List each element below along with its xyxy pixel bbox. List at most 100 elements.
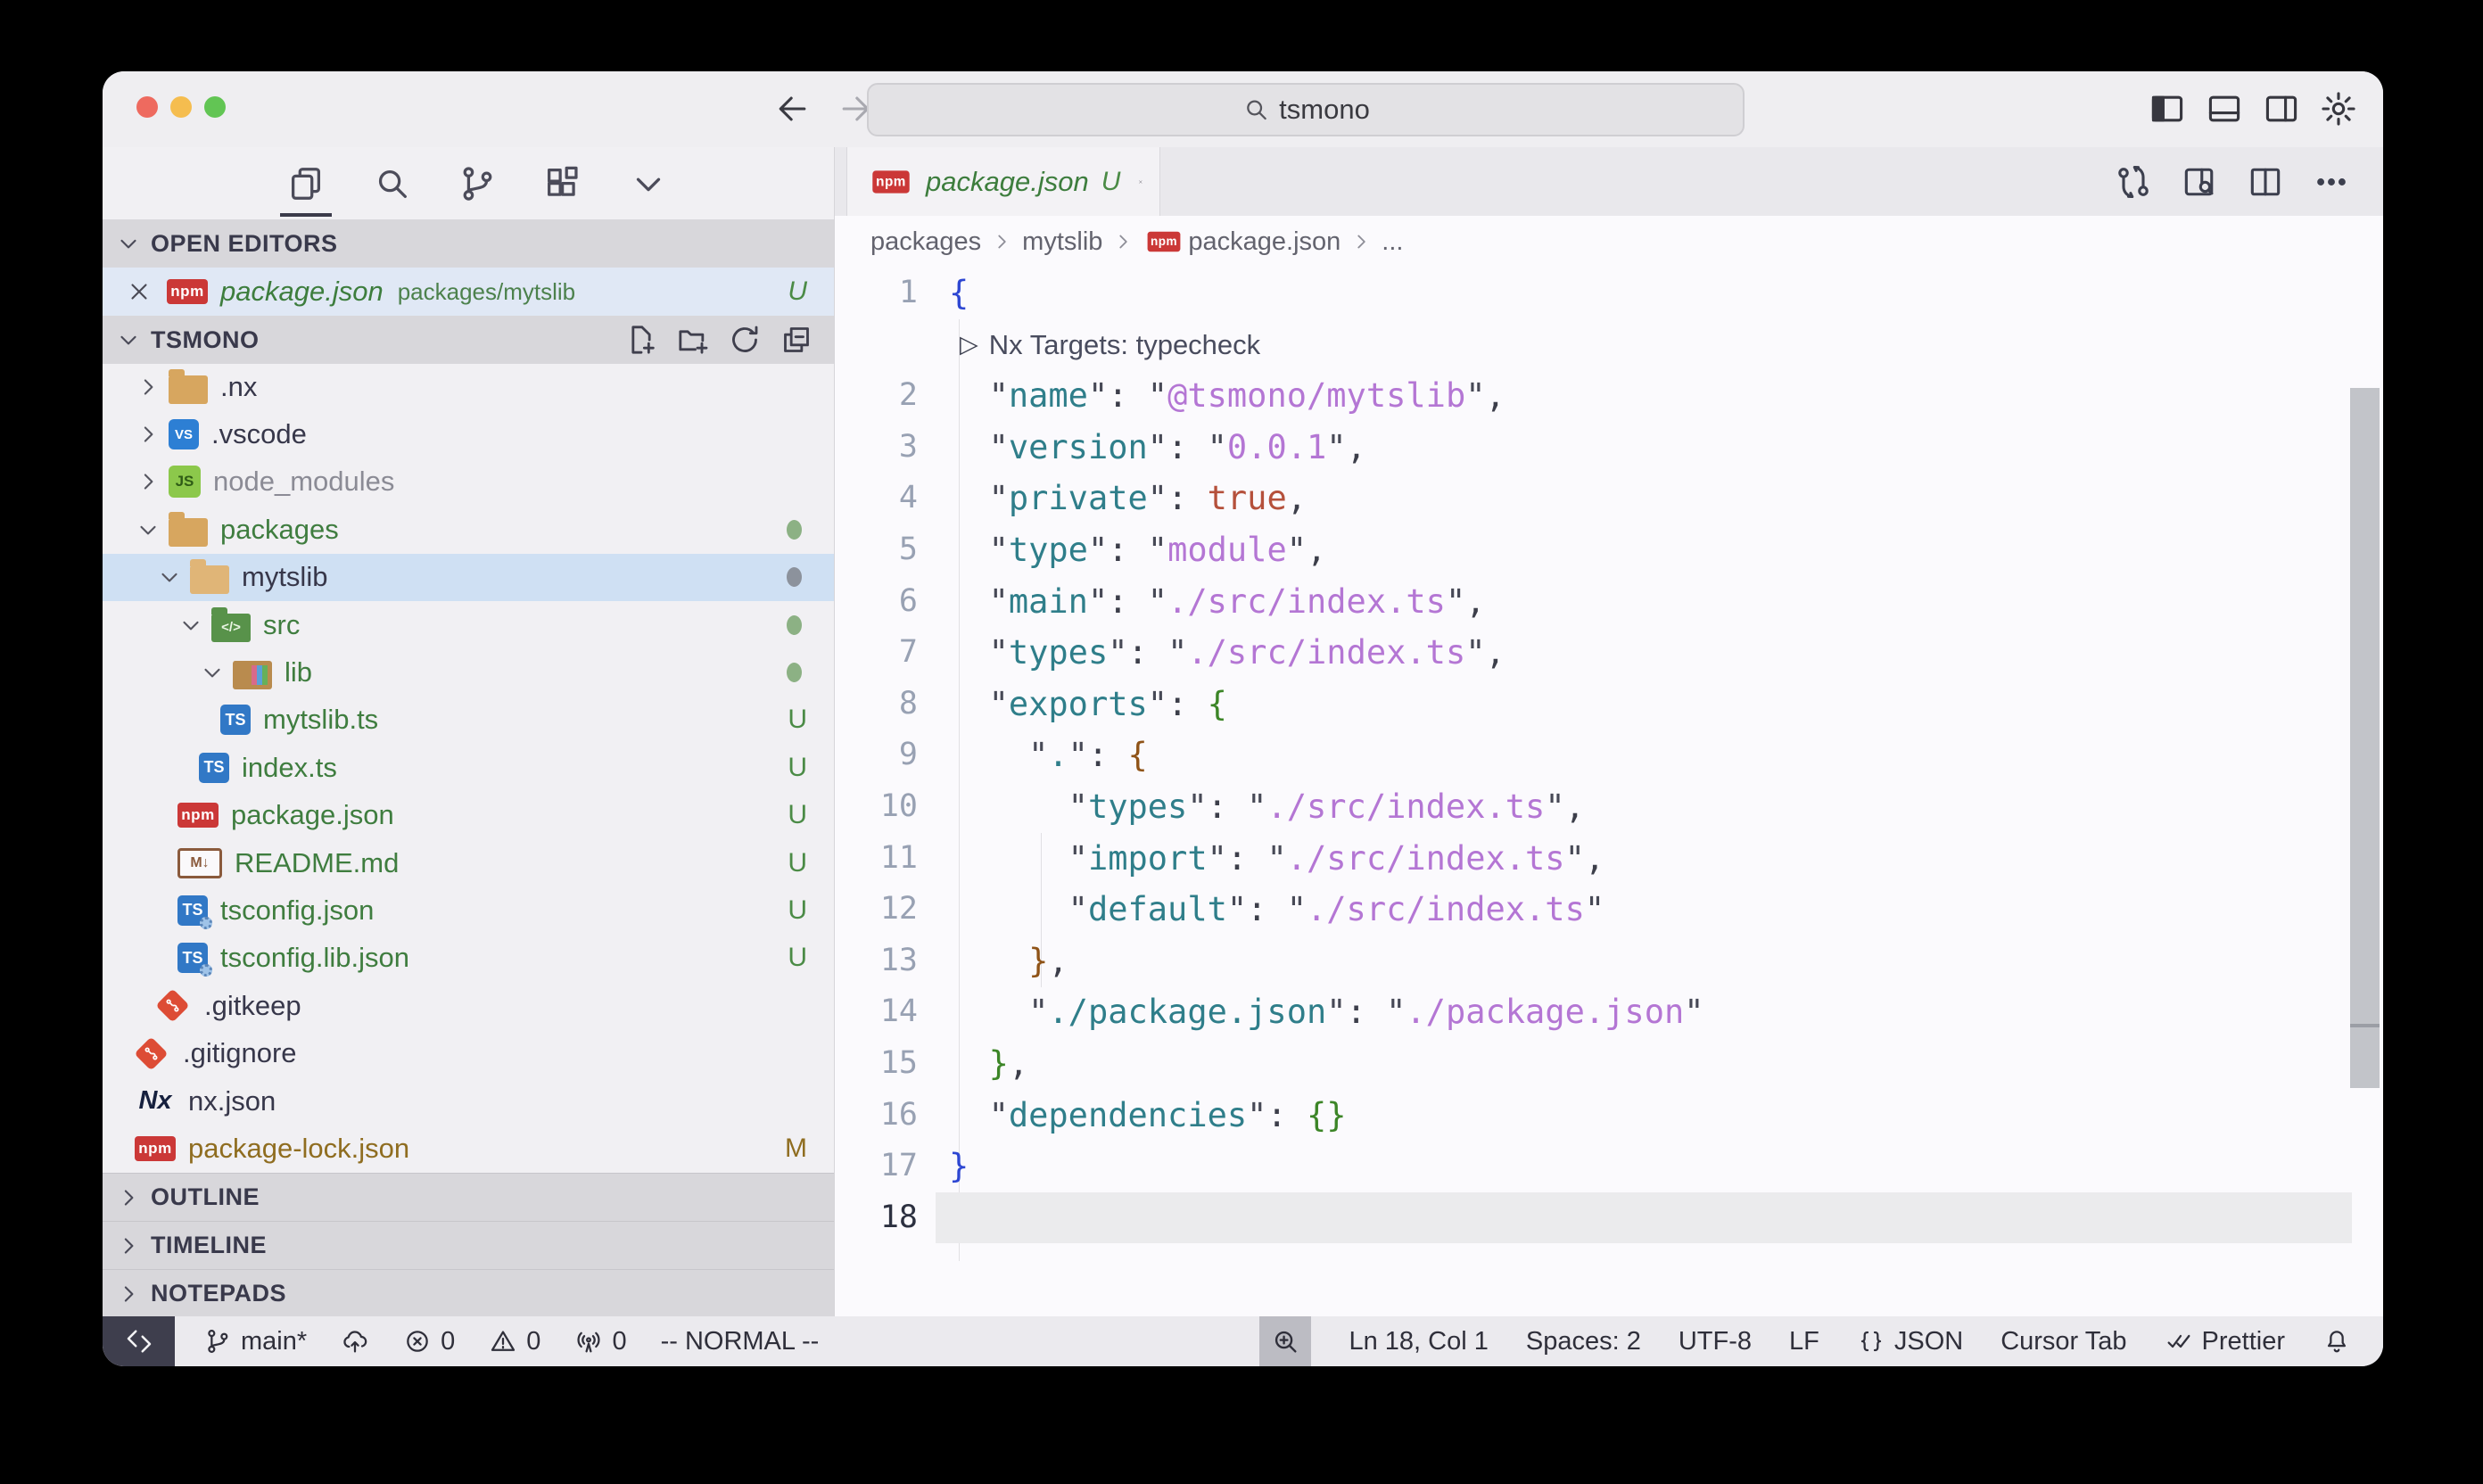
traffic-light-zoom[interactable] <box>204 96 226 118</box>
broadcast-icon <box>574 1327 603 1356</box>
status-remote-indicator[interactable] <box>103 1316 175 1366</box>
tree-item-nx.json[interactable]: Nxnx.json <box>103 1077 834 1125</box>
tree-item-tsconfig.json[interactable]: TStsconfig.jsonU <box>103 886 834 934</box>
tab-label: package.json <box>926 166 1089 198</box>
open-editor-item[interactable]: npm package.json packages/mytslib U <box>103 268 834 316</box>
split-editor-icon[interactable] <box>2246 162 2285 202</box>
tree-item-README.md[interactable]: M↓README.mdU <box>103 839 834 886</box>
status-git-branch[interactable]: main* <box>203 1327 307 1356</box>
tree-item-tsconfig.lib.json[interactable]: TStsconfig.lib.jsonU <box>103 935 834 982</box>
tree-item-mytslib[interactable]: mytslib <box>103 554 834 601</box>
line-number: 1 <box>835 268 918 319</box>
code-line-14[interactable]: "./package.json": "./package.json" <box>936 986 2352 1038</box>
status-formatter[interactable]: Prettier <box>2165 1327 2285 1356</box>
tree-item-src[interactable]: </>src <box>103 601 834 648</box>
section-header-notepads[interactable]: NOTEPADS <box>103 1269 834 1317</box>
status-vim-mode[interactable]: -- NORMAL -- <box>661 1327 820 1356</box>
tree-item-lib[interactable]: lib <box>103 648 834 696</box>
codelens-nx-targets[interactable]: ▷Nx Targets: typecheck <box>936 319 2352 371</box>
breadcrumb-item[interactable]: package.json <box>1188 227 1340 257</box>
code-line-1[interactable]: { <box>936 268 2352 319</box>
tree-item-label: .gitignore <box>183 1037 297 1069</box>
open-preview-icon[interactable] <box>2180 162 2219 202</box>
activity-item-search[interactable] <box>371 163 412 204</box>
tree-item-packages[interactable]: packages <box>103 506 834 553</box>
code-line-16[interactable]: "dependencies": {} <box>936 1090 2352 1142</box>
tab-package-json[interactable]: npm package.json U <box>846 147 1160 216</box>
code-line-18[interactable] <box>936 1192 2352 1244</box>
code-line-15[interactable]: }, <box>936 1038 2352 1090</box>
layout-panel-bottom-button[interactable] <box>2203 87 2246 130</box>
tree-item-index.ts[interactable]: TSindex.tsU <box>103 744 834 791</box>
tree-item-.gitkeep[interactable]: .gitkeep <box>103 982 834 1029</box>
tab-close-icon[interactable] <box>1138 169 1143 195</box>
traffic-light-minimize[interactable] <box>170 96 192 118</box>
code-line-6[interactable]: "main": "./src/index.ts", <box>936 576 2352 628</box>
back-arrow-icon[interactable] <box>773 89 813 128</box>
tree-item-.gitignore[interactable]: .gitignore <box>103 1029 834 1076</box>
status-encoding[interactable]: UTF-8 <box>1679 1327 1752 1356</box>
status-notifications[interactable] <box>2322 1327 2351 1356</box>
tree-item-.nx[interactable]: .nx <box>103 363 834 410</box>
status-warnings[interactable]: 0 <box>489 1327 540 1356</box>
status-screen-zoom[interactable] <box>1259 1316 1311 1366</box>
breadcrumb-item[interactable]: packages <box>870 227 981 257</box>
git-status-badge: U <box>788 800 807 830</box>
status-eol[interactable]: LF <box>1789 1327 1819 1356</box>
open-changes-icon[interactable] <box>2114 162 2153 202</box>
breadcrumb-item[interactable]: ... <box>1382 227 1403 257</box>
code-area[interactable]: 123456789101112131415161718 {▷Nx Targets… <box>835 268 2383 1316</box>
new-folder-icon[interactable] <box>675 322 711 358</box>
status-ports[interactable]: 0 <box>574 1327 626 1356</box>
tree-item-node_modules[interactable]: JSnode_modules <box>103 458 834 506</box>
close-icon[interactable] <box>126 278 153 305</box>
settings-gear-button[interactable] <box>2317 87 2360 130</box>
code-line-11[interactable]: "import": "./src/index.ts", <box>936 833 2352 885</box>
open-editors-header[interactable]: OPEN EDITORS <box>103 219 834 268</box>
activity-item-source-control[interactable] <box>457 163 498 204</box>
git-status-badge: U <box>788 276 807 307</box>
status-cursor-tab[interactable]: Cursor Tab <box>2000 1327 2126 1356</box>
code-line-4[interactable]: "private": true, <box>936 473 2352 524</box>
layout-sidebar-left-button[interactable] <box>2146 87 2189 130</box>
code-line-10[interactable]: "types": "./src/index.ts", <box>936 781 2352 833</box>
code-line-8[interactable]: "exports": { <box>936 679 2352 730</box>
status-indentation[interactable]: Spaces: 2 <box>1526 1327 1641 1356</box>
activity-item-explorer[interactable] <box>285 163 326 204</box>
section-header-outline[interactable]: OUTLINE <box>103 1173 834 1221</box>
folder-icon <box>169 375 208 404</box>
breadcrumb[interactable]: packagesmytslibnpmpackage.json... <box>835 216 2383 268</box>
tree-item-package-lock.json[interactable]: npmpackage-lock.jsonM <box>103 1125 834 1172</box>
code-line-3[interactable]: "version": "0.0.1", <box>936 422 2352 474</box>
explorer-section-header[interactable]: TSMONO <box>103 316 834 364</box>
code-line-9[interactable]: ".": { <box>936 730 2352 781</box>
section-header-timeline[interactable]: TIMELINE <box>103 1221 834 1269</box>
tree-item-package.json[interactable]: npmpackage.jsonU <box>103 792 834 839</box>
code-line-2[interactable]: "name": "@tsmono/mytslib", <box>936 370 2352 422</box>
status-cursor-position[interactable]: Ln 18, Col 1 <box>1349 1327 1488 1356</box>
code-line-12[interactable]: "default": "./src/index.ts" <box>936 884 2352 936</box>
status-sync[interactable] <box>341 1327 369 1356</box>
code-line-17[interactable]: } <box>936 1141 2352 1192</box>
collapse-all-icon[interactable] <box>779 322 814 358</box>
new-file-icon[interactable] <box>623 322 659 358</box>
breadcrumb-item[interactable]: mytslib <box>1022 227 1102 257</box>
tree-item-mytslib.ts[interactable]: TSmytslib.tsU <box>103 697 834 744</box>
tree-item-.vscode[interactable]: VS.vscode <box>103 410 834 458</box>
status-errors[interactable]: 0 <box>403 1327 455 1356</box>
layout-sidebar-right-button[interactable] <box>2260 87 2303 130</box>
activity-item-extensions[interactable] <box>542 163 583 204</box>
editor-scrollbar[interactable] <box>2350 388 2380 1088</box>
status-language-mode[interactable]: JSON <box>1857 1327 1963 1356</box>
git-status-badge: U <box>788 848 807 878</box>
refresh-icon[interactable] <box>727 322 763 358</box>
more-actions-icon[interactable] <box>2312 162 2351 202</box>
bell-icon <box>2322 1327 2351 1356</box>
command-center-search[interactable]: tsmono <box>867 83 1745 136</box>
code-line-5[interactable]: "type": "module", <box>936 524 2352 576</box>
traffic-light-close[interactable] <box>136 96 158 118</box>
activity-item-more-views[interactable] <box>628 163 669 204</box>
code-line-7[interactable]: "types": "./src/index.ts", <box>936 627 2352 679</box>
code-line-13[interactable]: }, <box>936 936 2352 987</box>
git-status-badge: M <box>785 1134 807 1164</box>
